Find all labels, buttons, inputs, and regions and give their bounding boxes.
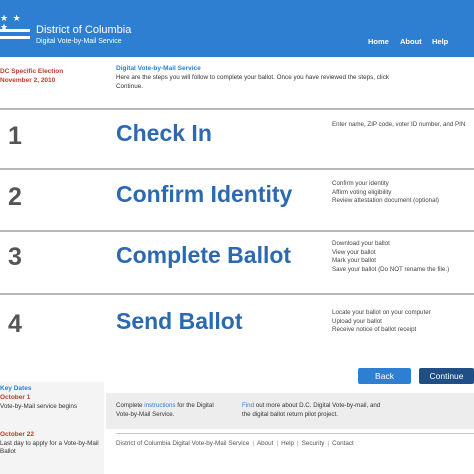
step-details: Enter name, ZIP code, voter ID number, a… bbox=[332, 121, 465, 130]
key-date-text: Vote-by-Mail service begins bbox=[0, 403, 77, 410]
step-number: 2 bbox=[8, 183, 22, 211]
step-number: 1 bbox=[8, 122, 22, 150]
footer-security-link[interactable]: Security bbox=[302, 440, 325, 447]
intro-title: Digital Vote-by-Mail Service bbox=[116, 65, 201, 72]
step-detail: Enter name, ZIP code, voter ID number, a… bbox=[332, 121, 466, 128]
step-divider bbox=[0, 108, 474, 110]
key-dates-title: Key Dates bbox=[0, 385, 32, 392]
site-title: District of Columbia bbox=[36, 24, 132, 36]
footer-separator: | bbox=[327, 440, 330, 447]
step-title-confirm-identity: Confirm Identity bbox=[116, 181, 293, 207]
footer-about-link[interactable]: About bbox=[257, 440, 273, 447]
footer: District of Columbia Digital Vote-by-Mai… bbox=[116, 440, 354, 447]
step-detail: Confirm your identity bbox=[332, 180, 389, 187]
step-divider bbox=[0, 168, 474, 170]
footer-separator: | bbox=[276, 440, 279, 447]
site-subtitle: Digital Vote-by-Mail Service bbox=[36, 38, 122, 45]
election-date: November 2, 2010 bbox=[0, 77, 56, 84]
footer-separator: | bbox=[297, 440, 299, 447]
step-divider bbox=[0, 293, 474, 295]
step-detail: Download your ballot bbox=[332, 240, 390, 247]
instructions-line2: Vote-by-Mail Service. bbox=[116, 410, 175, 418]
nav-about-link[interactable]: About bbox=[400, 37, 422, 46]
nav-home-link[interactable]: Home bbox=[368, 37, 389, 46]
find-suffix: out more about D.C. Digital Vote-by-mail… bbox=[255, 402, 381, 409]
continue-button[interactable]: Continue bbox=[419, 368, 474, 384]
instructions-note: Complete instructions for the Digital Vo… bbox=[116, 402, 214, 419]
step-detail: Locate your ballot on your computer bbox=[332, 309, 431, 316]
step-title-check-in: Check In bbox=[116, 120, 212, 146]
intro-text: Here are the steps you will follow to co… bbox=[116, 74, 389, 90]
key-date-label: October 22 bbox=[0, 431, 34, 438]
step-detail: Affirm voting eligibility bbox=[332, 188, 392, 196]
step-detail: Upload your ballot bbox=[332, 317, 382, 325]
instructions-link[interactable]: instructions bbox=[144, 402, 175, 409]
instructions-suffix: for the Digital bbox=[177, 402, 214, 409]
find-line2: the digital ballot return pilot project. bbox=[242, 410, 338, 418]
step-title-send-ballot: Send Ballot bbox=[116, 308, 243, 334]
key-date-label: October 1 bbox=[0, 394, 31, 401]
step-number: 3 bbox=[8, 243, 22, 271]
key-date-text: Last day to apply for a Vote-by-Mail Bal… bbox=[0, 440, 99, 455]
step-details: Download your ballot View your ballot Ma… bbox=[332, 240, 449, 274]
step-detail: Mark your ballot bbox=[332, 257, 377, 265]
step-detail: Receive notice of ballot receipt bbox=[332, 326, 417, 334]
election-name: DC Specific Election bbox=[0, 68, 64, 75]
nav-help-link[interactable]: Help bbox=[432, 37, 448, 46]
footer-separator: | bbox=[252, 440, 254, 447]
step-details: Locate your ballot on your computer Uplo… bbox=[332, 309, 431, 335]
flag-bar bbox=[0, 36, 30, 39]
election-info: DC Specific Election November 2, 2010 bbox=[0, 67, 63, 85]
flag-bar bbox=[0, 29, 30, 32]
site-header: ★ ★ ★ District of Columbia Digital Vote-… bbox=[0, 0, 474, 57]
step-details: Confirm your identity Affirm voting elig… bbox=[332, 180, 439, 206]
step-detail: Save your ballot (Do NOT rename the file… bbox=[332, 265, 450, 273]
step-number: 4 bbox=[8, 310, 22, 338]
step-detail: View your ballot bbox=[332, 248, 376, 256]
step-detail: Review attestation document (optional) bbox=[332, 197, 439, 205]
footer-copyright: District of Columbia Digital Vote-by-Mai… bbox=[116, 440, 250, 447]
find-out-note: Find out more about D.C. Digital Vote-by… bbox=[242, 402, 380, 419]
info-box: Complete instructions for the Digital Vo… bbox=[106, 393, 474, 429]
footer-contact-link[interactable]: Contact bbox=[332, 440, 354, 447]
step-divider bbox=[0, 230, 474, 232]
step-title-complete-ballot: Complete Ballot bbox=[116, 242, 292, 268]
find-link[interactable]: Find bbox=[242, 402, 254, 409]
footer-divider bbox=[116, 433, 474, 434]
back-button[interactable]: Back bbox=[358, 368, 411, 384]
footer-help-link[interactable]: Help bbox=[281, 440, 294, 447]
instructions-prefix: Complete bbox=[116, 402, 143, 409]
